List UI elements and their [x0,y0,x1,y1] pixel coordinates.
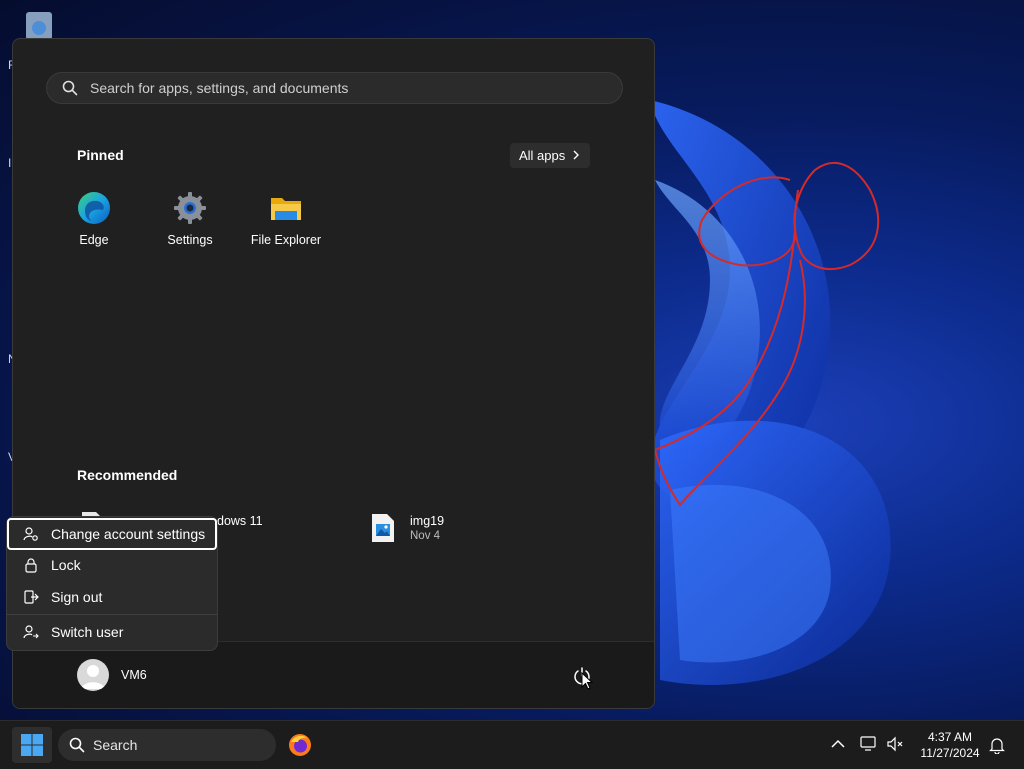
mouse-cursor-icon [581,672,593,690]
taskbar-search-label: Search [93,737,138,753]
desktop-label-fragment: I [8,156,12,170]
menu-separator [7,614,217,615]
recommended-item-img19[interactable]: img19 Nov 4 [369,511,569,545]
pinned-app-edge[interactable]: Edge [49,191,139,257]
folder-icon [271,198,301,220]
image-file-icon [372,514,394,542]
taskbar: Search 4:37 AM 11/27/2024 [0,720,1024,769]
chevron-up-icon[interactable] [831,739,845,749]
recommended-item-name: img19 [410,514,445,528]
menu-item-label: Sign out [51,589,103,605]
lock-item[interactable]: Lock [9,551,215,579]
user-icon [81,665,105,689]
person-gear-icon [23,527,38,541]
menu-item-label: Change account settings [51,526,206,542]
user-avatar[interactable] [77,659,109,691]
recommended-item-name: dows 11 [217,514,263,528]
all-apps-label: All apps [519,148,566,163]
all-apps-button[interactable]: All apps [510,143,590,168]
settings-gear-icon [174,192,206,224]
chevron-right-icon [573,150,579,160]
lock-icon [25,558,37,573]
edge-icon [78,192,110,224]
sign-out-item[interactable]: Sign out [9,583,215,611]
windows-logo-icon [21,734,43,756]
search-icon [69,737,85,753]
notification-bell-icon[interactable] [989,736,1005,754]
red-annotation-scribble [654,161,880,507]
pinned-app-file-explorer[interactable]: File Explorer [241,191,331,257]
change-account-settings-item[interactable]: Change account settings [7,518,217,550]
recommended-item-date: Nov 4 [410,530,441,542]
network-icon[interactable] [860,736,878,752]
menu-item-label: Switch user [51,624,124,640]
switch-user-item[interactable]: Switch user [9,618,215,646]
clock-date: 11/27/2024 [920,746,980,760]
pinned-app-label: File Explorer [250,233,322,247]
volume-muted-icon[interactable] [886,736,904,752]
taskbar-search-box[interactable]: Search [58,729,276,761]
pinned-app-label: Settings [167,233,213,247]
sign-out-icon [24,590,39,604]
pinned-app-settings[interactable]: Settings [145,191,235,257]
account-context-menu: Change account settings Lock Sign out Sw… [6,516,218,651]
clock-time: 4:37 AM [927,730,973,744]
recycle-bin-icon[interactable] [22,8,56,42]
start-button[interactable] [12,727,52,763]
start-search-box[interactable]: Search for apps, settings, and documents [46,72,623,104]
recommended-heading: Recommended [77,467,178,483]
start-menu-footer: VM6 [13,641,654,708]
menu-item-label: Lock [51,557,81,573]
search-placeholder: Search for apps, settings, and documents [90,80,349,96]
pinned-app-label: Edge [79,233,109,247]
pinned-heading: Pinned [77,147,124,163]
search-icon [62,80,78,96]
user-name[interactable]: VM6 [121,668,147,682]
system-clock[interactable]: 4:37 AM 11/27/2024 [912,729,988,761]
switch-user-icon [23,625,39,639]
firefox-icon[interactable] [288,733,312,757]
